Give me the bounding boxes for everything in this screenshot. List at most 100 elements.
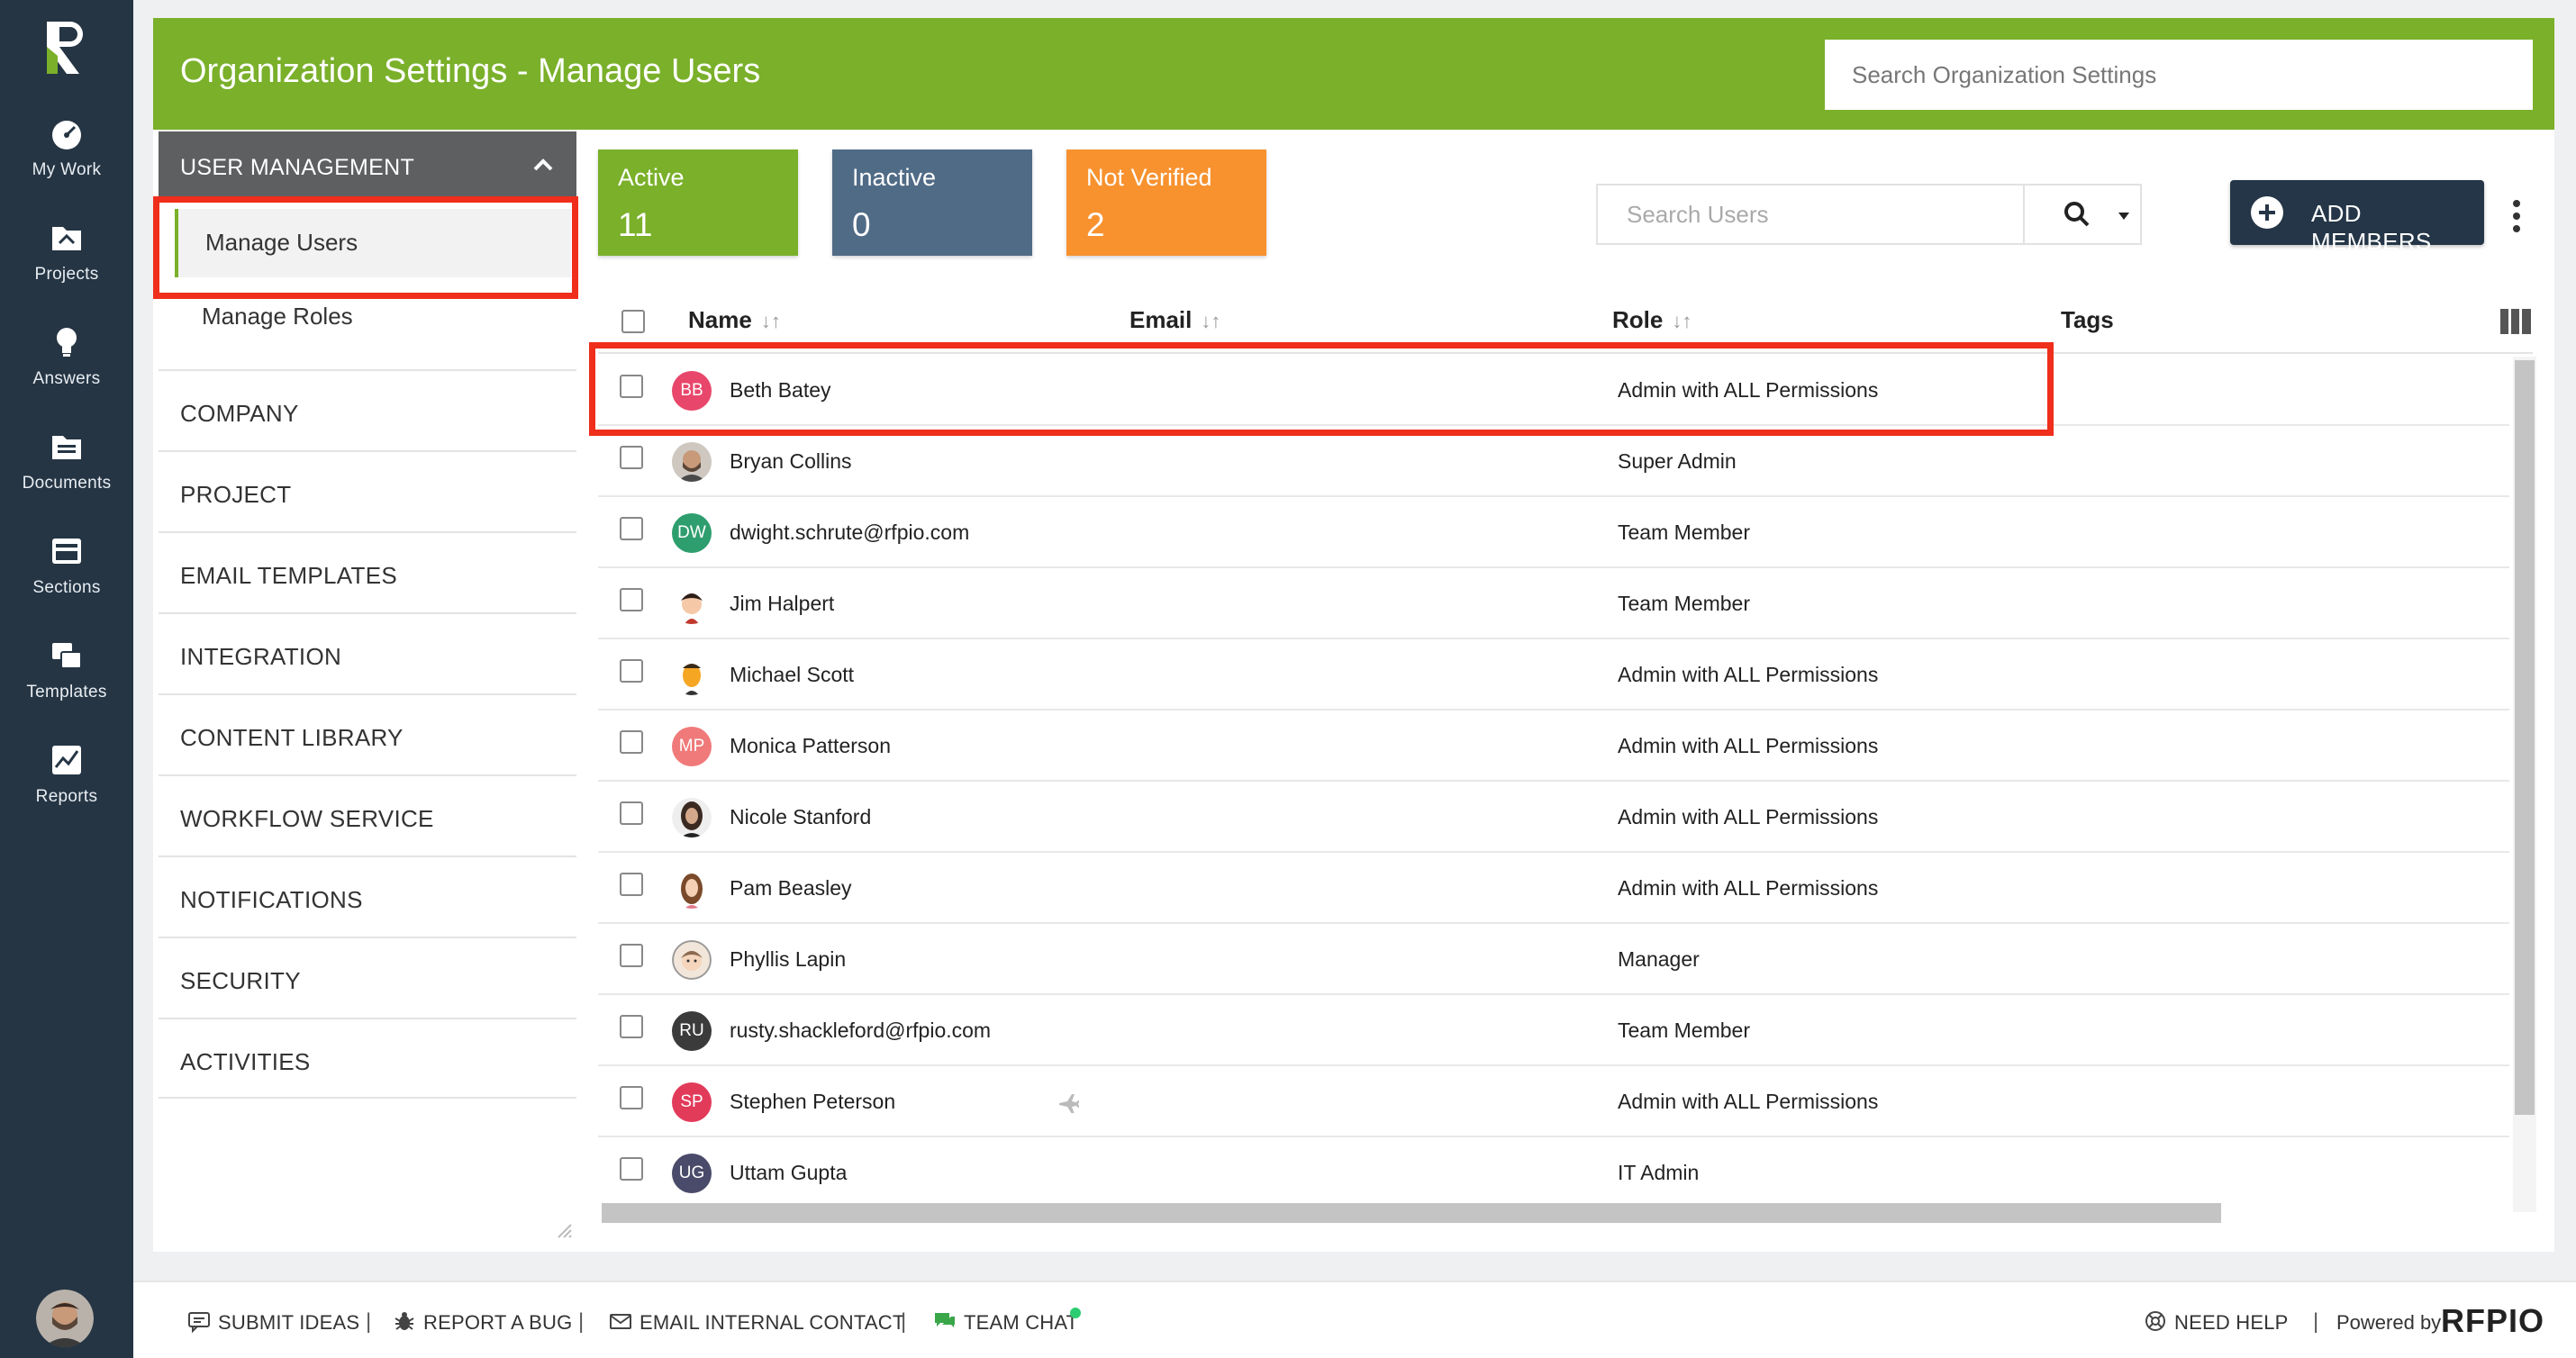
- stat-card-not-verified[interactable]: Not Verified 2: [1066, 149, 1266, 256]
- lifebuoy-icon: [2145, 1311, 2165, 1331]
- stat-card-active[interactable]: Active 11: [598, 149, 798, 256]
- column-header-name[interactable]: Name ↓↑: [688, 306, 781, 334]
- user-role: IT Admin: [1618, 1161, 1700, 1184]
- user-name[interactable]: Stephen Peterson: [730, 1090, 895, 1114]
- sidebar-section-notifications[interactable]: NOTIFICATIONS: [159, 856, 576, 937]
- gauge-icon: [52, 121, 81, 149]
- row-checkbox[interactable]: [620, 944, 643, 967]
- table-row[interactable]: UG Uttam Gupta IT Admin: [598, 1137, 2509, 1209]
- user-role: Admin with ALL Permissions: [1618, 1090, 1879, 1113]
- avatar: UG: [672, 1154, 712, 1193]
- user-name[interactable]: dwight.schrute@rfpio.com: [730, 521, 969, 545]
- user-name[interactable]: Pam Beasley: [730, 876, 852, 901]
- table-row[interactable]: DW dwight.schrute@rfpio.com Team Member: [598, 497, 2509, 568]
- row-checkbox[interactable]: [620, 1086, 643, 1109]
- row-checkbox[interactable]: [620, 517, 643, 540]
- table-row[interactable]: Jim Halpert Team Member: [598, 568, 2509, 639]
- column-header-role[interactable]: Role ↓↑: [1612, 306, 1692, 334]
- report-bug-link[interactable]: REPORT A BUG: [395, 1311, 573, 1335]
- row-checkbox[interactable]: [620, 375, 643, 398]
- select-all-checkbox[interactable]: [621, 310, 645, 333]
- comment-icon: [188, 1312, 210, 1333]
- section-label: INTEGRATION: [180, 643, 342, 670]
- sidebar-item-manage-users[interactable]: Manage Users: [175, 209, 571, 277]
- section-label: PROJECT: [180, 481, 292, 508]
- submit-ideas-label: SUBMIT IDEAS: [218, 1311, 360, 1334]
- user-name[interactable]: Jim Halpert: [730, 592, 834, 616]
- section-label: SECURITY: [180, 967, 301, 994]
- search-users-input[interactable]: [1596, 184, 2025, 245]
- rfpio-brand-logo[interactable]: RFPIO: [2441, 1302, 2544, 1340]
- row-checkbox[interactable]: [620, 801, 643, 825]
- rfpio-logo-icon[interactable]: [40, 16, 94, 79]
- more-options-icon[interactable]: [2511, 198, 2522, 234]
- row-checkbox[interactable]: [620, 659, 643, 683]
- user-name[interactable]: Beth Batey: [730, 378, 831, 403]
- report-bug-label: REPORT A BUG: [423, 1311, 573, 1334]
- row-checkbox[interactable]: [620, 1015, 643, 1038]
- row-checkbox[interactable]: [620, 588, 643, 611]
- need-help-link[interactable]: NEED HELP: [2145, 1311, 2289, 1335]
- user-management-label: USER MANAGEMENT: [180, 155, 415, 180]
- table-row[interactable]: Nicole Stanford Admin with ALL Permissio…: [598, 782, 2509, 853]
- nav-projects[interactable]: Projects: [0, 220, 133, 319]
- resize-grip-icon[interactable]: [555, 1221, 573, 1239]
- user-name[interactable]: rusty.shackleford@rfpio.com: [730, 1018, 991, 1043]
- table-row[interactable]: Pam Beasley Admin with ALL Permissions: [598, 853, 2509, 924]
- table-row[interactable]: RU rusty.shackleford@rfpio.com Team Memb…: [598, 995, 2509, 1066]
- stat-value: 0: [852, 206, 871, 243]
- org-settings-search-input[interactable]: [1825, 40, 2533, 110]
- search-users-button[interactable]: [2023, 184, 2142, 245]
- user-name[interactable]: Phyllis Lapin: [730, 947, 846, 972]
- avatar: [672, 656, 712, 695]
- add-members-button[interactable]: ADD MEMBERS: [2230, 180, 2484, 255]
- table-row[interactable]: BB Beth Batey Admin with ALL Permissions: [598, 355, 2509, 426]
- column-header-email[interactable]: Email ↓↑: [1129, 306, 1220, 334]
- sidebar-section-integration[interactable]: INTEGRATION: [159, 612, 576, 693]
- nav-templates[interactable]: Templates: [0, 638, 133, 737]
- row-checkbox[interactable]: [620, 446, 643, 469]
- row-checkbox[interactable]: [620, 873, 643, 896]
- vertical-scrollbar-thumb[interactable]: [2515, 360, 2535, 1115]
- table-row[interactable]: MP Monica Patterson Admin with ALL Permi…: [598, 711, 2509, 782]
- row-checkbox[interactable]: [620, 1157, 643, 1181]
- user-name[interactable]: Uttam Gupta: [730, 1161, 847, 1185]
- caret-down-icon: [2118, 213, 2129, 220]
- user-name[interactable]: Nicole Stanford: [730, 805, 871, 829]
- user-name[interactable]: Michael Scott: [730, 663, 854, 687]
- stat-card-inactive[interactable]: Inactive 0: [832, 149, 1032, 256]
- user-management-toggle[interactable]: USER MANAGEMENT: [159, 131, 576, 196]
- table-row[interactable]: Michael Scott Admin with ALL Permissions: [598, 639, 2509, 711]
- left-nav-rail: My Work Projects Answers Documents Secti…: [0, 0, 133, 1358]
- section-label: CONTENT LIBRARY: [180, 724, 404, 751]
- nav-reports[interactable]: Reports: [0, 742, 133, 841]
- current-user-avatar[interactable]: [36, 1290, 94, 1347]
- sidebar-section-content-library[interactable]: CONTENT LIBRARY: [159, 693, 576, 774]
- sidebar-section-activities[interactable]: ACTIVITIES: [159, 1018, 576, 1099]
- avatar: RU: [672, 1011, 712, 1051]
- sections-icon: [52, 539, 81, 564]
- table-row[interactable]: Phyllis Lapin Manager: [598, 924, 2509, 995]
- sidebar-section-project[interactable]: PROJECT: [159, 450, 576, 531]
- team-chat-link[interactable]: TEAM CHAT: [935, 1311, 1079, 1335]
- nav-answers[interactable]: Answers: [0, 324, 133, 423]
- user-name[interactable]: Bryan Collins: [730, 449, 852, 474]
- email-internal-contact-link[interactable]: EMAIL INTERNAL CONTACT: [610, 1311, 905, 1335]
- sidebar-section-email-templates[interactable]: EMAIL TEMPLATES: [159, 531, 576, 612]
- team-chat-label: TEAM CHAT: [964, 1311, 1079, 1334]
- user-name[interactable]: Monica Patterson: [730, 734, 891, 758]
- columns-icon[interactable]: [2500, 309, 2531, 334]
- nav-documents[interactable]: Documents: [0, 429, 133, 528]
- table-row[interactable]: SP Stephen Peterson Admin with ALL Permi…: [598, 1066, 2509, 1137]
- submit-ideas-link[interactable]: SUBMIT IDEAS: [188, 1311, 360, 1335]
- nav-sections[interactable]: Sections: [0, 533, 133, 632]
- sidebar-item-manage-roles[interactable]: Manage Roles: [175, 283, 571, 351]
- horizontal-scrollbar-thumb[interactable]: [602, 1203, 2221, 1223]
- sort-icon: ↓↑: [760, 310, 781, 332]
- sidebar-section-security[interactable]: SECURITY: [159, 937, 576, 1018]
- sidebar-section-company[interactable]: COMPANY: [159, 369, 576, 450]
- nav-my-work[interactable]: My Work: [0, 115, 133, 214]
- table-row[interactable]: Bryan Collins Super Admin: [598, 426, 2509, 497]
- row-checkbox[interactable]: [620, 730, 643, 754]
- sidebar-section-workflow-service[interactable]: WORKFLOW SERVICE: [159, 774, 576, 856]
